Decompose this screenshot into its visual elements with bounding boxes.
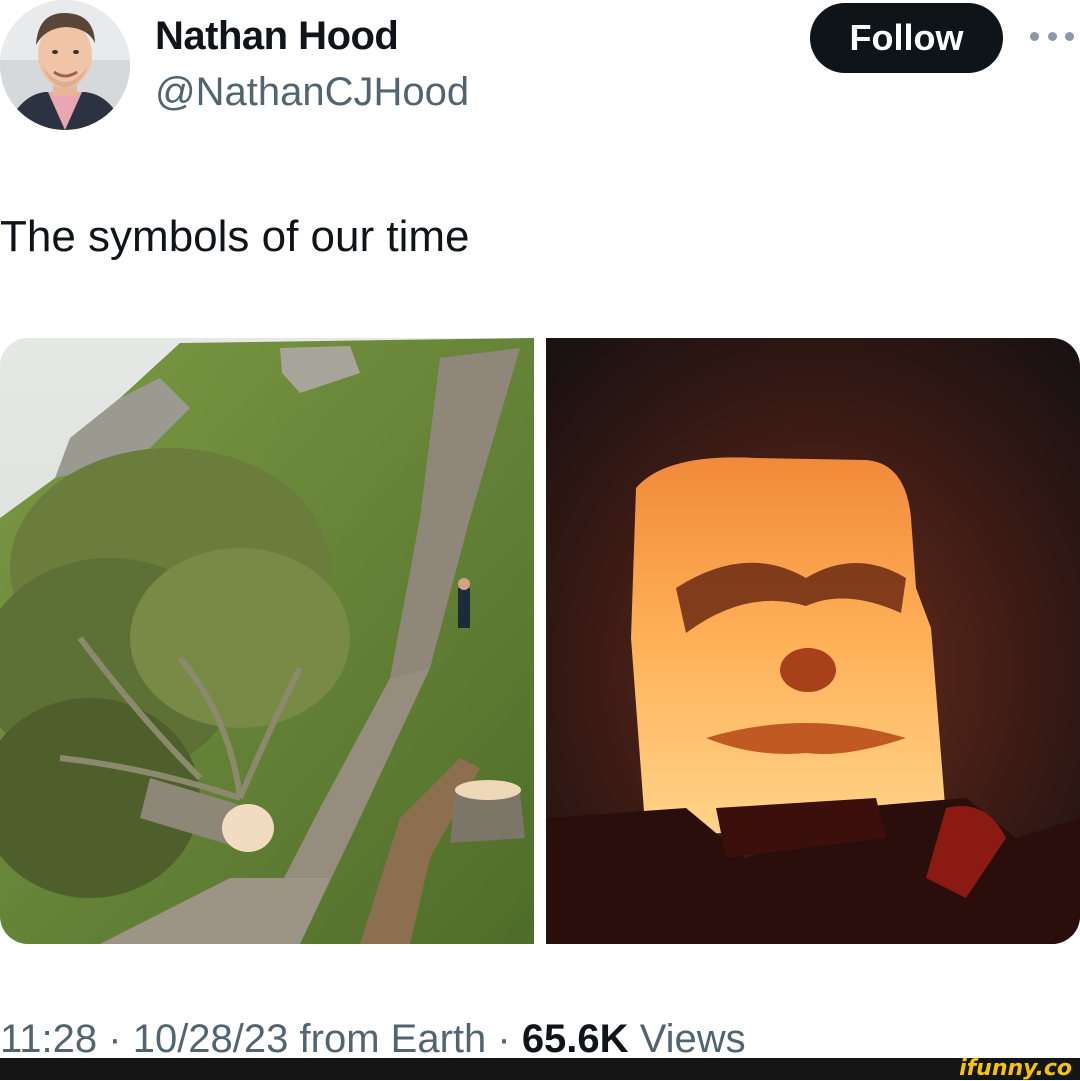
watermark-logo: ifunny.co — [959, 1056, 1072, 1081]
tweet-date[interactable]: 10/28/23 — [133, 1017, 289, 1061]
tweet-source: from Earth — [299, 1017, 487, 1061]
burning-effigy-image — [546, 338, 1080, 944]
felled-tree-image — [0, 338, 534, 944]
watermark-bar — [0, 1058, 1080, 1080]
tweet-meta: 11:28 · 10/28/23 from Earth · 65.6K View… — [0, 1017, 746, 1062]
more-dot — [1030, 31, 1039, 41]
photo-burning-effigy[interactable] — [546, 338, 1080, 944]
author-handle[interactable]: @NathanCJHood — [155, 70, 469, 115]
tweet-text: The symbols of our time — [0, 212, 470, 261]
photo-felled-tree[interactable] — [0, 338, 534, 944]
more-dot — [1065, 31, 1074, 41]
views-count: 65.6K — [521, 1017, 629, 1061]
meta-separator: · — [497, 1017, 522, 1061]
author-name[interactable]: Nathan Hood — [155, 14, 399, 59]
more-horizontal-icon[interactable] — [1030, 26, 1074, 46]
views-label: Views — [639, 1017, 746, 1061]
tweet-time[interactable]: 11:28 — [0, 1017, 97, 1061]
follow-button[interactable]: Follow — [810, 3, 1003, 73]
avatar[interactable] — [0, 0, 130, 130]
tweet-media — [0, 338, 1080, 944]
avatar-photo — [0, 0, 130, 130]
meta-separator: · — [108, 1017, 133, 1061]
more-dot — [1047, 31, 1057, 41]
